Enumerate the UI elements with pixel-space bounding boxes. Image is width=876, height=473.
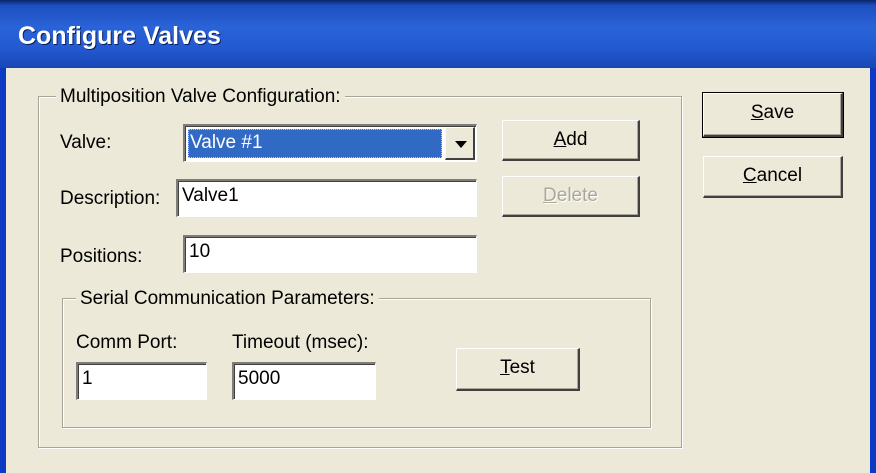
delete-button-label: elete [556,185,598,206]
timeout-field[interactable]: 5000 [232,362,376,400]
valve-config-group-title: Multiposition Valve Configuration: [56,86,345,108]
add-button[interactable]: Add [502,120,640,161]
description-field[interactable]: Valve1 [176,179,477,217]
save-button-label: ave [763,102,795,123]
test-button-label: est [509,357,535,378]
title-bar[interactable]: Configure Valves [0,0,876,68]
save-button[interactable]: Save [702,92,844,138]
timeout-label: Timeout (msec): [232,332,369,353]
configure-valves-dialog: Configure Valves Multiposition Valve Con… [0,0,876,473]
test-button[interactable]: Test [456,348,580,391]
positions-label: Positions: [60,246,143,267]
comm-port-field[interactable]: 1 [76,362,207,400]
add-button-label: dd [566,129,588,150]
add-button-access-key: A [553,129,567,150]
positions-field[interactable]: 10 [183,235,477,273]
cancel-button-label: ancel [756,165,803,186]
chevron-down-icon [455,141,467,148]
description-label: Description: [60,188,161,209]
valve-select[interactable]: Valve #1 [183,124,477,162]
delete-button-access-key: D [543,185,557,206]
test-button-access-key: T [500,357,510,378]
valve-select-value: Valve #1 [188,129,442,158]
valve-dropdown-button[interactable] [445,127,475,160]
valve-label: Valve: [60,132,112,153]
dialog-client-area: Multiposition Valve Configuration: Valve… [6,68,870,473]
delete-button[interactable]: Delete [502,176,640,217]
save-button-access-key: S [750,102,764,123]
window-title: Configure Valves [18,22,221,50]
cancel-button[interactable]: Cancel [703,156,843,198]
window-border-right [870,68,876,473]
cancel-button-access-key: C [742,165,757,186]
comm-port-label: Comm Port: [76,332,178,353]
serial-comm-group-title: Serial Communication Parameters: [76,288,379,310]
